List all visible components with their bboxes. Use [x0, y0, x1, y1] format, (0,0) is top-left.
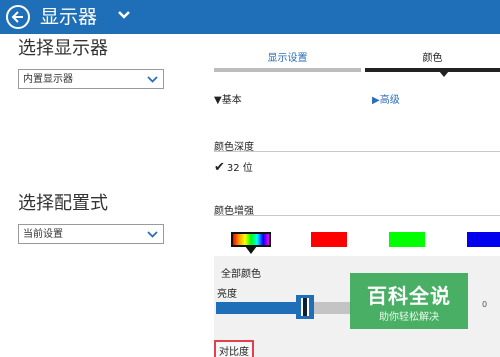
tab-display-underline: [214, 68, 361, 72]
choose-profile-heading: 选择配置式: [18, 193, 108, 214]
divider: [214, 215, 500, 216]
color-depth-value: 32 位: [226, 163, 253, 174]
display-select-value: 内置显示器: [23, 74, 73, 85]
watermark-logo: 百科全说 助你轻松解决: [350, 273, 468, 329]
selected-swatch-caret-icon: [245, 246, 257, 254]
brightness-value: 0: [482, 300, 488, 309]
brightness-slider-fill: [216, 302, 306, 314]
swatch-blue[interactable]: [467, 232, 500, 247]
checkmark-icon: ✔: [214, 160, 225, 175]
choose-display-heading: 选择显示器: [18, 38, 108, 59]
all-colors-label: 全部颜色: [221, 269, 261, 280]
color-depth-option[interactable]: ✔ 32 位: [214, 159, 253, 175]
profile-select-value: 当前设置: [23, 229, 63, 240]
tab-color-underline: [365, 68, 500, 72]
active-tab-caret-icon: [439, 71, 449, 77]
swatch-red[interactable]: [311, 232, 347, 247]
brightness-slider[interactable]: [216, 302, 352, 314]
chevron-down-icon: [147, 76, 158, 83]
advanced-mode-toggle[interactable]: ▶高级: [372, 91, 400, 106]
basic-mode-toggle[interactable]: ▼基本: [214, 91, 242, 106]
watermark-title: 百科全说: [367, 284, 451, 308]
watermark-subtitle: 助你轻松解决: [379, 312, 439, 323]
brightness-slider-thumb-grip: [301, 298, 309, 316]
chevron-down-icon: [147, 231, 158, 238]
divider: [214, 151, 500, 152]
chevron-down-icon[interactable]: [117, 10, 131, 20]
display-select[interactable]: 内置显示器: [18, 69, 164, 89]
brightness-label: 亮度: [217, 289, 237, 300]
profile-select[interactable]: 当前设置: [18, 224, 164, 244]
back-arrow-icon[interactable]: [6, 5, 30, 29]
title-bar: 显示器: [0, 0, 500, 34]
swatch-green[interactable]: [389, 232, 425, 247]
swatch-all-colors[interactable]: [231, 232, 271, 247]
app-title: 显示器: [40, 6, 98, 28]
contrast-label[interactable]: 对比度: [214, 340, 254, 357]
